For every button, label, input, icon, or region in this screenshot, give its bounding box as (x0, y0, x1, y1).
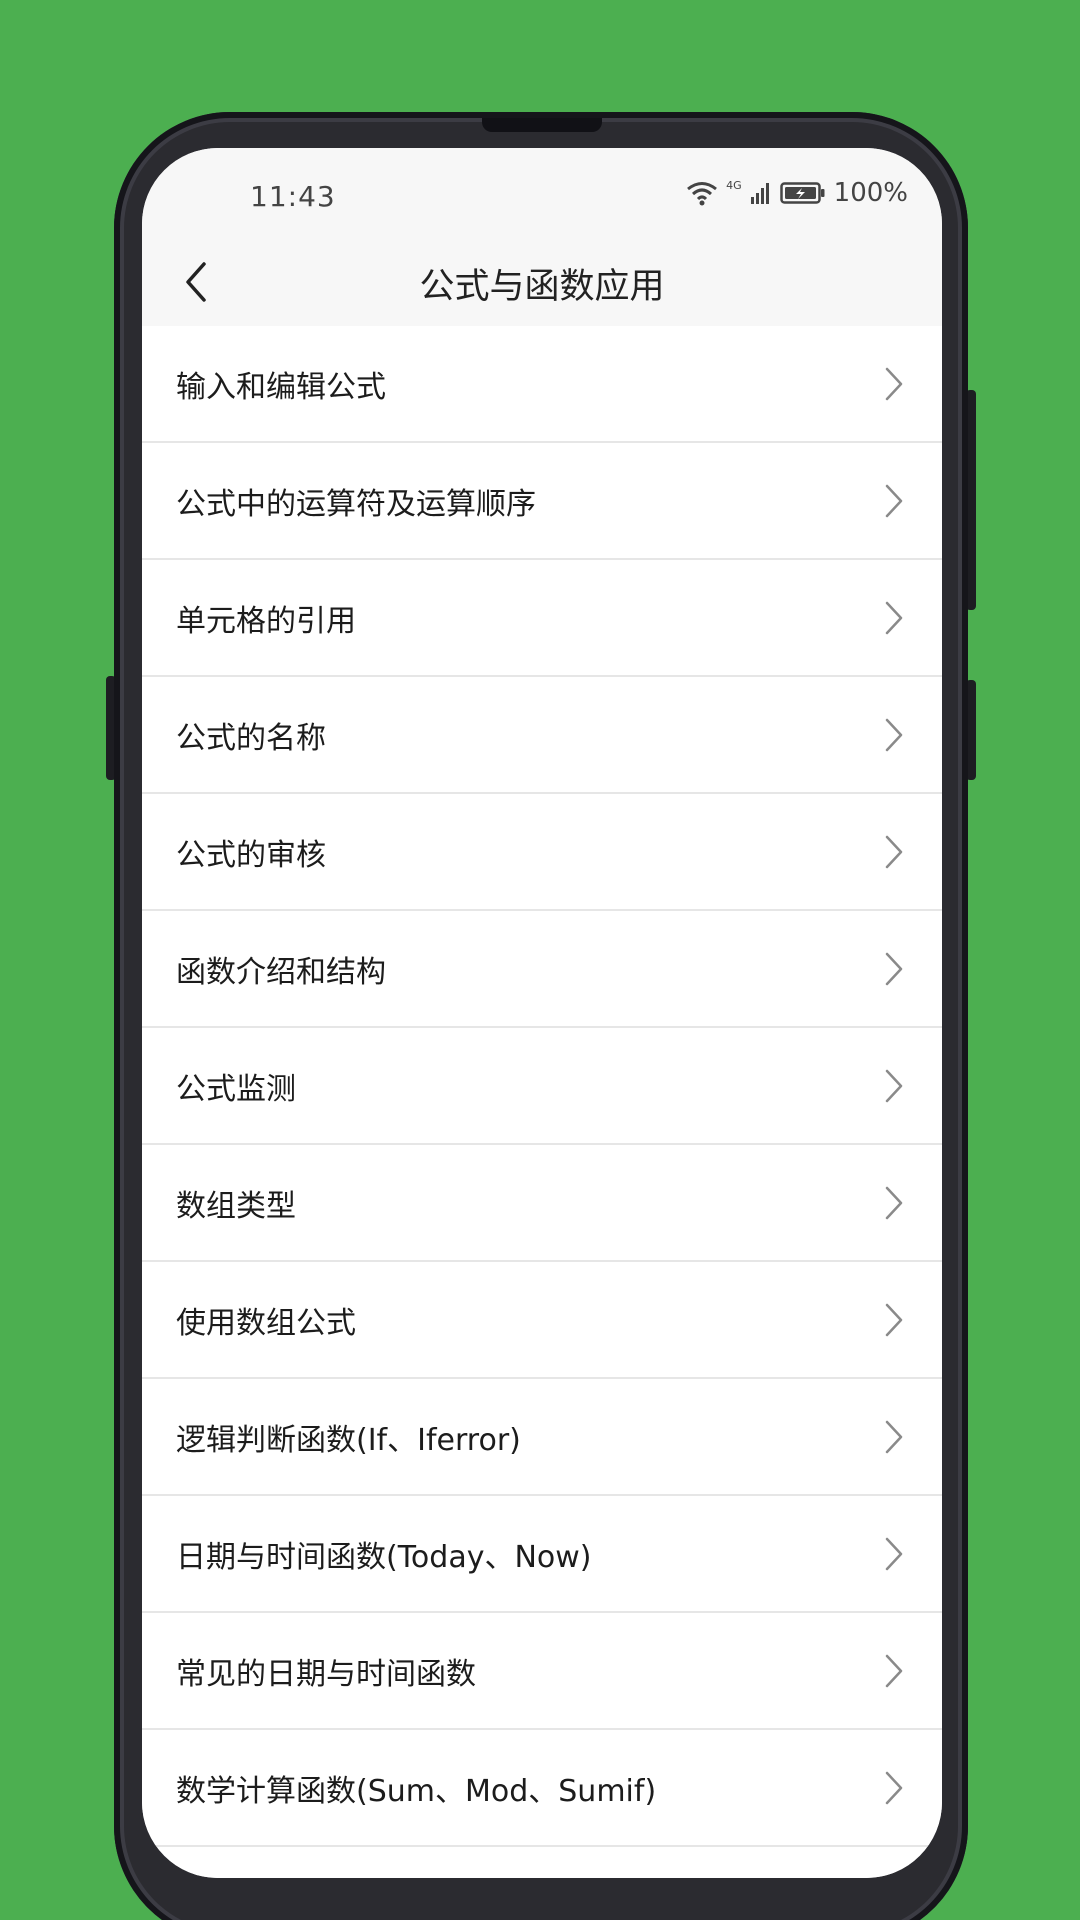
status-bar: 11:43 4G 100% (142, 148, 942, 240)
list-item[interactable]: 日期与时间函数(Today、Now) (142, 1496, 942, 1613)
chevron-right-icon (885, 835, 903, 869)
list-item-label: 函数介绍和结构 (176, 955, 386, 990)
list-item[interactable]: 输入和编辑公式 (142, 326, 942, 443)
list-item-label: 公式的名称 (176, 721, 326, 756)
list-item-label: 常见的日期与时间函数 (176, 1657, 476, 1692)
list-item[interactable]: 公式的名称 (142, 677, 942, 794)
status-time: 11:43 (250, 180, 336, 213)
list-item[interactable]: 数学计算函数(Sum、Mod、Sumif) (142, 1730, 942, 1847)
list-item-label: 公式监测 (176, 1072, 296, 1107)
list-item[interactable]: 数组类型 (142, 1145, 942, 1262)
green-backdrop: 11:43 4G 100% 公式与函数应用 输入和编辑公式 公式中的运算符及运算… (0, 0, 1080, 1920)
list-item[interactable]: 逻辑判断函数(If、Iferror) (142, 1379, 942, 1496)
list-item[interactable]: 单元格的引用 (142, 560, 942, 677)
list-item-label: 使用数组公式 (176, 1306, 356, 1341)
chevron-right-icon (885, 1537, 903, 1571)
chevron-right-icon (885, 718, 903, 752)
list-item[interactable]: 公式监测 (142, 1028, 942, 1145)
list-item-label: 公式的审核 (176, 838, 326, 873)
chevron-right-icon (885, 952, 903, 986)
signal-icon (750, 183, 769, 204)
list-item-label: 日期与时间函数(Today、Now) (176, 1540, 592, 1575)
phone-screen: 11:43 4G 100% 公式与函数应用 输入和编辑公式 公式中的运算符及运算… (142, 148, 942, 1878)
chevron-right-icon (885, 1186, 903, 1220)
list-item-label: 输入和编辑公式 (176, 370, 386, 405)
chevron-right-icon (885, 601, 903, 635)
list-item[interactable]: 数学计算函数(......) (142, 1847, 942, 1878)
list-item-label: 逻辑判断函数(If、Iferror) (176, 1423, 521, 1458)
list-item-label: 数学计算函数(Sum、Mod、Sumif) (176, 1774, 657, 1809)
list-item[interactable]: 使用数组公式 (142, 1262, 942, 1379)
app-bar: 公式与函数应用 (142, 240, 942, 326)
list-item-label: 数组类型 (176, 1189, 296, 1224)
battery-percent: 100% (833, 178, 908, 208)
network-type-label: 4G (726, 178, 742, 192)
wifi-icon (687, 182, 718, 206)
page-title: 公式与函数应用 (419, 267, 665, 307)
battery-icon (779, 182, 825, 204)
list-item[interactable]: 公式的审核 (142, 794, 942, 911)
list-item[interactable]: 常见的日期与时间函数 (142, 1613, 942, 1730)
topic-list: 输入和编辑公式公式中的运算符及运算顺序 单元格的引用 公式的名称公式的审核函数介绍和… (142, 326, 942, 1878)
status-icons: 4G 100% (686, 178, 908, 208)
list-item[interactable]: 公式中的运算符及运算顺序 (142, 443, 942, 560)
chevron-right-icon (885, 1771, 903, 1805)
chevron-right-icon (885, 1303, 903, 1337)
chevron-right-icon (885, 1654, 903, 1688)
speaker-notch (482, 118, 602, 132)
list-item-label: 公式中的运算符及运算顺序 (176, 487, 536, 522)
chevron-right-icon (885, 367, 903, 401)
list-item-label: 单元格的引用 (176, 604, 356, 639)
chevron-right-icon (885, 1420, 903, 1454)
chevron-right-icon (885, 1069, 903, 1103)
chevron-right-icon (885, 484, 903, 518)
list-item[interactable]: 函数介绍和结构 (142, 911, 942, 1028)
